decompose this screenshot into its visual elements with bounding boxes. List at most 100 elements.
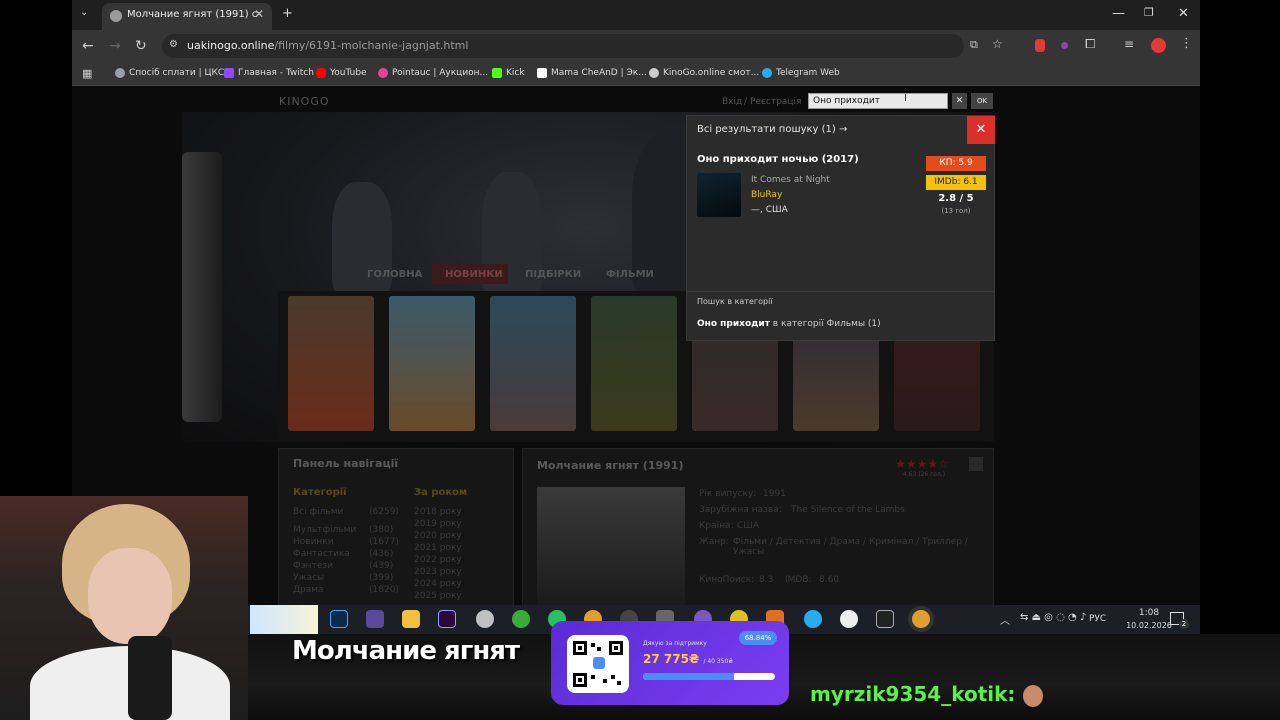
restore-icon[interactable]: ❐ [1144,6,1154,19]
year-link[interactable]: 2023 року [414,567,462,577]
active-tab[interactable]: Молчание ягнят (1991) смотреть ✕ [102,3,272,30]
terminal-icon[interactable] [876,610,894,628]
result-country: —, США [751,205,788,215]
bookmark-3[interactable]: Pointauc | Аукцион... [378,68,488,78]
clock-time[interactable]: 1:08 [1128,608,1170,618]
url-text[interactable]: uakinogo.online/filmy/6191-molchanie-jag… [187,39,468,52]
bookmark-0[interactable]: Спосіб сплати | ЦКС [115,68,224,78]
tray-chevron-icon[interactable]: ︿ [1000,612,1010,627]
apps-grid-icon[interactable]: ▦ [82,67,92,80]
result-rating: 2.8 / 5 [938,193,974,204]
register-link[interactable]: Реєстрація [750,97,801,107]
menu-item-films[interactable]: ФІЛЬМИ [606,269,654,280]
media-control-icon[interactable]: ≡ [1124,37,1134,51]
bookmark-7[interactable]: Telegram Web [762,68,840,78]
year-link[interactable]: 2025 року [414,591,462,601]
nav-panel-title: Панель навігації [293,457,399,470]
omnibox[interactable]: ⚙ uakinogo.online/filmy/6191-molchanie-j… [162,34,1003,58]
url-host: uakinogo.online [187,39,275,52]
result-quality: BluRay [751,190,783,200]
premiere-icon[interactable] [438,610,456,628]
back-icon[interactable]: ← [82,38,94,54]
language-indicator[interactable]: РУС [1089,614,1106,624]
movie-panel: Молчание ягнят (1991) ★★★★☆ 4.63 (26 гол… [522,448,994,605]
category-link[interactable]: Всі фільми [293,507,343,517]
app-purple-icon[interactable] [366,610,384,628]
login-link[interactable]: Вхід [722,97,742,107]
minimize-icon[interactable]: — [1112,6,1125,21]
close-window-icon[interactable]: ✕ [1178,6,1189,21]
emote-icon [1023,684,1044,707]
profile-avatar[interactable] [1151,38,1166,53]
category-link[interactable]: Новинки [293,537,334,547]
category-link[interactable]: Фэнтези [293,561,333,571]
menu-item-home[interactable]: ГОЛОВНА [367,269,422,280]
tab-favicon-icon [110,10,122,22]
movie-country[interactable]: США [737,521,759,531]
bookmark-6[interactable]: KinoGo.online смот... [649,68,759,78]
category-search-heading: Пошук в категорії [697,297,773,306]
chrome-active-icon[interactable] [912,610,930,628]
search-ok-button[interactable]: OK [971,93,993,109]
extension-red-icon[interactable] [1035,39,1045,52]
category-link[interactable]: Фантастика [293,549,350,559]
bookmark-4[interactable]: Kick [492,68,525,78]
all-results-link[interactable]: Всі результати пошуку (1) → [697,124,847,135]
bookmark-1[interactable]: Главная - Twitch [224,68,314,78]
photoshop-icon[interactable] [330,610,348,628]
extensions-puzzle-icon[interactable]: ⧠ [1085,37,1095,52]
install-app-icon[interactable]: ⧉ [970,38,978,52]
search-input[interactable]: Оно приходит [808,93,948,109]
year-link[interactable]: 2024 року [414,579,462,589]
carousel-poster[interactable] [591,296,677,431]
site-info-icon[interactable]: ⚙ [169,39,178,50]
app-gray-icon[interactable] [476,610,494,628]
category-search-link[interactable]: Оно приходит в категорії Фильмы (1) [697,319,881,329]
carousel-poster[interactable] [490,296,576,431]
browser-menu-icon[interactable]: ⋮ [1180,36,1193,51]
telegram-icon[interactable] [804,610,822,628]
category-link[interactable]: Ужасы [293,573,324,583]
bookmark-label: Спосіб сплати | ЦКС [129,68,225,78]
tray-icons[interactable]: ⇆ ⏏ ◎ ◌ ◔ ♪ [1020,612,1086,623]
imdb-label: IMDB: [785,575,812,585]
category-link[interactable]: Драма [293,585,324,595]
category-link[interactable]: Мультфільми [293,525,356,535]
forward-icon[interactable]: → [109,38,121,54]
carousel-poster[interactable] [288,296,374,431]
dropdown-close-button[interactable]: ✕ [967,116,995,144]
file-explorer-icon[interactable] [402,610,420,628]
year-link[interactable]: 2021 року [414,543,462,553]
widgets-button[interactable] [250,605,318,634]
menu-item-collections[interactable]: ПІДБІРКИ [525,269,581,280]
check-icon[interactable] [969,457,983,471]
decor-pillar-left [182,152,222,422]
bookmark-star-icon[interactable]: ☆ [992,37,1003,51]
donation-goal: / 40 350₴ [703,658,734,665]
close-tab-icon[interactable]: ✕ [254,7,264,21]
app-white-icon[interactable] [840,610,858,628]
site-logo[interactable]: KINOGO [279,95,330,108]
reload-icon[interactable]: ↻ [135,38,147,54]
category-count: (380) [369,525,394,535]
menu-item-new[interactable]: НОВИНКИ [445,269,503,280]
extension-purple-icon[interactable] [1061,42,1068,49]
year-link[interactable]: 2019 року [414,519,462,529]
movie-year[interactable]: 1991 [763,489,786,499]
bookmark-5[interactable]: Mama CheAnD | Эк... [537,68,647,78]
tab-search-chevron-icon[interactable]: ⌄ [80,7,88,18]
movie-title: Молчание ягнят (1991) [537,459,684,472]
result-thumbnail[interactable] [697,173,741,217]
search-clear-button[interactable]: ✕ [952,93,967,109]
result-title[interactable]: Оно приходит ночью (2017) [697,154,859,165]
bookmark-2[interactable]: YouTube [316,68,367,78]
year-link[interactable]: 2018 року [414,507,462,517]
year-link[interactable]: 2020 року [414,531,462,541]
movie-genres[interactable]: Фільми / Детектив / Драма / Кримінал / Т… [733,537,993,557]
app-green-icon[interactable] [512,610,530,628]
new-tab-icon[interactable]: + [282,6,293,21]
year-link[interactable]: 2022 року [414,555,462,565]
carousel-poster[interactable] [389,296,475,431]
search-results-dropdown: Всі результати пошуку (1) → ✕ Оно приход… [686,115,995,341]
star-rating[interactable]: ★★★★☆ [895,457,949,471]
